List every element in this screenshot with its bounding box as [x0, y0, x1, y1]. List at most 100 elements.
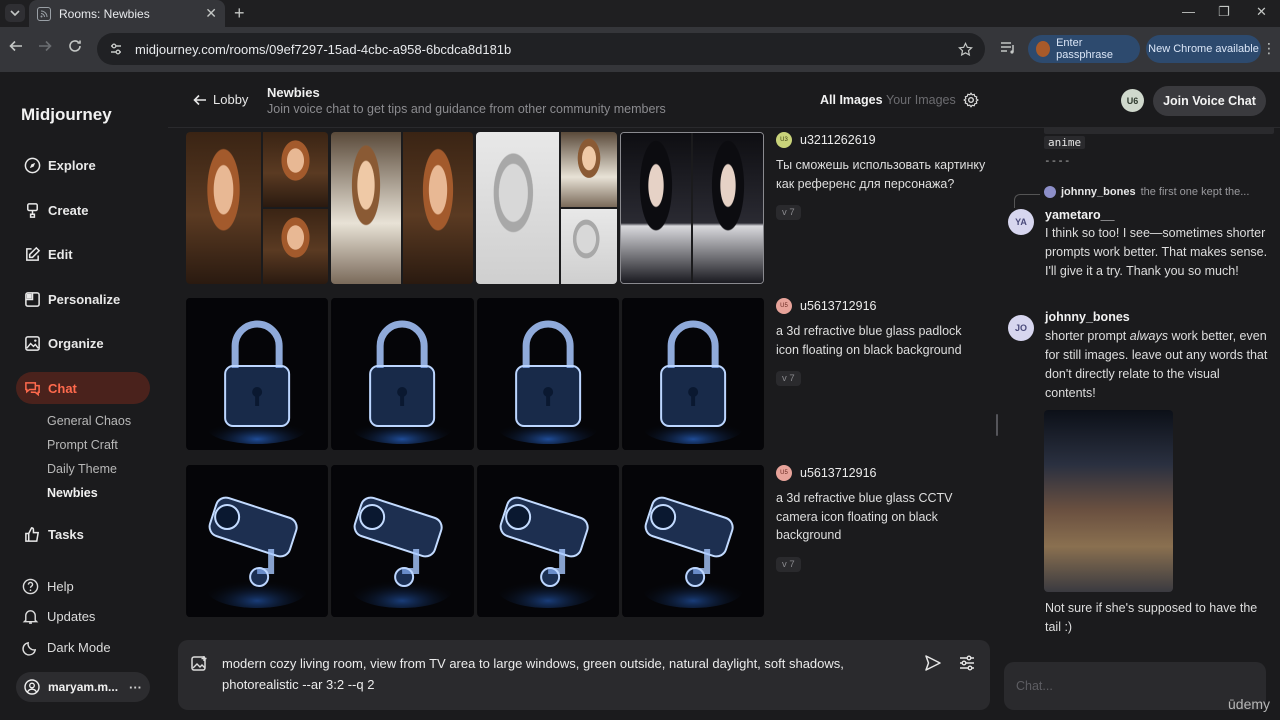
- update-chrome-button[interactable]: New Chrome available: [1146, 35, 1261, 63]
- cctv-camera-image[interactable]: [476, 465, 619, 617]
- padlock-image[interactable]: [186, 298, 329, 450]
- back-arrow-icon[interactable]: [9, 39, 23, 53]
- reload-icon[interactable]: [68, 39, 82, 53]
- chrome-menu-icon[interactable]: ⋮: [1262, 40, 1276, 57]
- midjourney-app: Midjourney Explore Create Edit Personali…: [0, 72, 1280, 720]
- nav-label: Explore: [48, 157, 96, 173]
- cctv-camera-image[interactable]: [331, 465, 474, 617]
- image-tile[interactable]: [330, 132, 473, 284]
- image-meta: U3 u3211262619 Ты сможешь использовать ка…: [776, 132, 986, 220]
- message-text-part: shorter prompt: [1045, 329, 1130, 343]
- restore-button[interactable]: ❐: [1218, 4, 1230, 20]
- reply-avatar: [1044, 186, 1056, 198]
- code-line: anime: [1044, 136, 1086, 149]
- message-emphasis: always: [1129, 329, 1168, 343]
- back-to-lobby-button[interactable]: Lobby: [193, 92, 248, 107]
- reply-connector: [1014, 194, 1040, 208]
- avatar[interactable]: U6: [1121, 89, 1144, 112]
- brand-logo[interactable]: Midjourney: [21, 105, 112, 125]
- new-tab-button[interactable]: +: [234, 3, 245, 24]
- updates-label: Updates: [47, 608, 96, 624]
- room-description: Join voice chat to get tips and guidance…: [267, 102, 666, 116]
- minimize-button[interactable]: —: [1182, 4, 1195, 19]
- filter-all-images[interactable]: All Images: [820, 93, 883, 107]
- room-newbies[interactable]: Newbies: [47, 486, 98, 500]
- brush-icon: [23, 201, 41, 219]
- chat-input[interactable]: Chat...: [1004, 662, 1266, 710]
- author-avatar: U3: [776, 132, 792, 148]
- cctv-camera-image[interactable]: [621, 465, 764, 617]
- media-controls-icon[interactable]: [1000, 41, 1016, 55]
- address-bar-row: midjourney.com/rooms/09ef7297-15ad-4cbc-…: [0, 27, 1280, 72]
- omnibox[interactable]: midjourney.com/rooms/09ef7297-15ad-4cbc-…: [97, 33, 985, 65]
- author[interactable]: U5 u5613712916: [776, 298, 986, 314]
- bookmark-star-icon[interactable]: [958, 41, 973, 57]
- updates-link[interactable]: Updates: [21, 607, 95, 625]
- sidebar: Midjourney Explore Create Edit Personali…: [0, 72, 168, 720]
- filter-your-images[interactable]: Your Images: [886, 93, 956, 107]
- rss-icon: [37, 6, 51, 21]
- image-tile[interactable]: [186, 132, 328, 284]
- user-menu-button[interactable]: maryam.m... ···: [16, 672, 150, 702]
- padlock-image[interactable]: [476, 298, 619, 450]
- message-text: Not sure if she's supposed to have the t…: [1045, 601, 1258, 634]
- help-link[interactable]: Help: [21, 577, 74, 595]
- forward-arrow-icon[interactable]: [38, 39, 52, 53]
- settings-sliders-icon[interactable]: [958, 654, 976, 672]
- room-prompt-craft[interactable]: Prompt Craft: [47, 438, 118, 452]
- tab-title: Rooms: Newbies: [59, 6, 150, 21]
- dark-mode-toggle[interactable]: Dark Mode: [21, 638, 111, 656]
- gear-icon[interactable]: [963, 92, 979, 108]
- more-icon[interactable]: ···: [129, 680, 142, 695]
- room-general-chaos[interactable]: General Chaos: [47, 414, 131, 428]
- room-title: Newbies: [267, 85, 320, 100]
- nav-label: Create: [48, 202, 89, 218]
- close-window-button[interactable]: ✕: [1256, 4, 1267, 20]
- author-name: u5613712916: [800, 466, 877, 480]
- cctv-camera-image[interactable]: [186, 465, 329, 617]
- chat-panel: anime ---- johnny_bones the first one ke…: [996, 128, 1280, 720]
- nav-create[interactable]: Create: [16, 194, 150, 226]
- code-line: ----: [1044, 154, 1071, 167]
- user-name: maryam.m...: [48, 680, 119, 694]
- version-badge: v 7: [776, 556, 801, 572]
- browser-tab[interactable]: Rooms: Newbies ✕: [29, 0, 225, 27]
- code-block: [1044, 128, 1274, 134]
- author-name: u3211262619: [800, 133, 876, 147]
- room-daily-theme[interactable]: Daily Theme: [47, 462, 117, 476]
- site-settings-icon[interactable]: [109, 42, 123, 56]
- author-name: u5613712916: [800, 299, 877, 313]
- author[interactable]: U3 u3211262619: [776, 132, 986, 148]
- join-voice-chat-button[interactable]: Join Voice Chat: [1153, 86, 1266, 116]
- message-image[interactable]: [1044, 410, 1173, 592]
- close-tab-icon[interactable]: ✕: [205, 5, 217, 22]
- nav-personalize[interactable]: Personalize: [16, 283, 150, 315]
- dark-mode-label: Dark Mode: [47, 639, 111, 655]
- nav-explore[interactable]: Explore: [16, 149, 150, 181]
- image-tile[interactable]: [475, 132, 618, 284]
- padlock-image[interactable]: [621, 298, 764, 450]
- avatar[interactable]: JO: [1008, 315, 1034, 341]
- send-icon[interactable]: [924, 654, 942, 672]
- image-meta: U5 u5613712916 a 3d refractive blue glass…: [776, 465, 986, 572]
- nav-edit[interactable]: Edit: [16, 238, 150, 270]
- avatar[interactable]: YA: [1008, 209, 1034, 235]
- padlock-image[interactable]: [331, 298, 474, 450]
- prompt-input[interactable]: modern cozy living room, view from TV ar…: [222, 653, 902, 695]
- help-label: Help: [47, 578, 74, 594]
- tab-search-button[interactable]: [5, 4, 25, 22]
- message-author[interactable]: johnny_bones: [1045, 310, 1130, 324]
- author[interactable]: U5 u5613712916: [776, 465, 986, 481]
- image-tile[interactable]: [620, 132, 764, 284]
- nav-organize[interactable]: Organize: [16, 327, 150, 359]
- add-image-icon[interactable]: [190, 655, 208, 673]
- nav-chat[interactable]: Chat: [16, 372, 150, 404]
- password-manager-chip[interactable]: Enter passphrase: [1028, 35, 1140, 63]
- nav-tasks[interactable]: Tasks: [16, 518, 150, 550]
- reply-reference[interactable]: johnny_bones the first one kept the...: [1044, 186, 1249, 198]
- message-author[interactable]: yametaro__: [1045, 208, 1115, 222]
- help-icon: [21, 577, 39, 595]
- scrollbar[interactable]: [996, 414, 998, 436]
- version-badge: v 7: [776, 205, 801, 220]
- image-grid: [186, 298, 764, 450]
